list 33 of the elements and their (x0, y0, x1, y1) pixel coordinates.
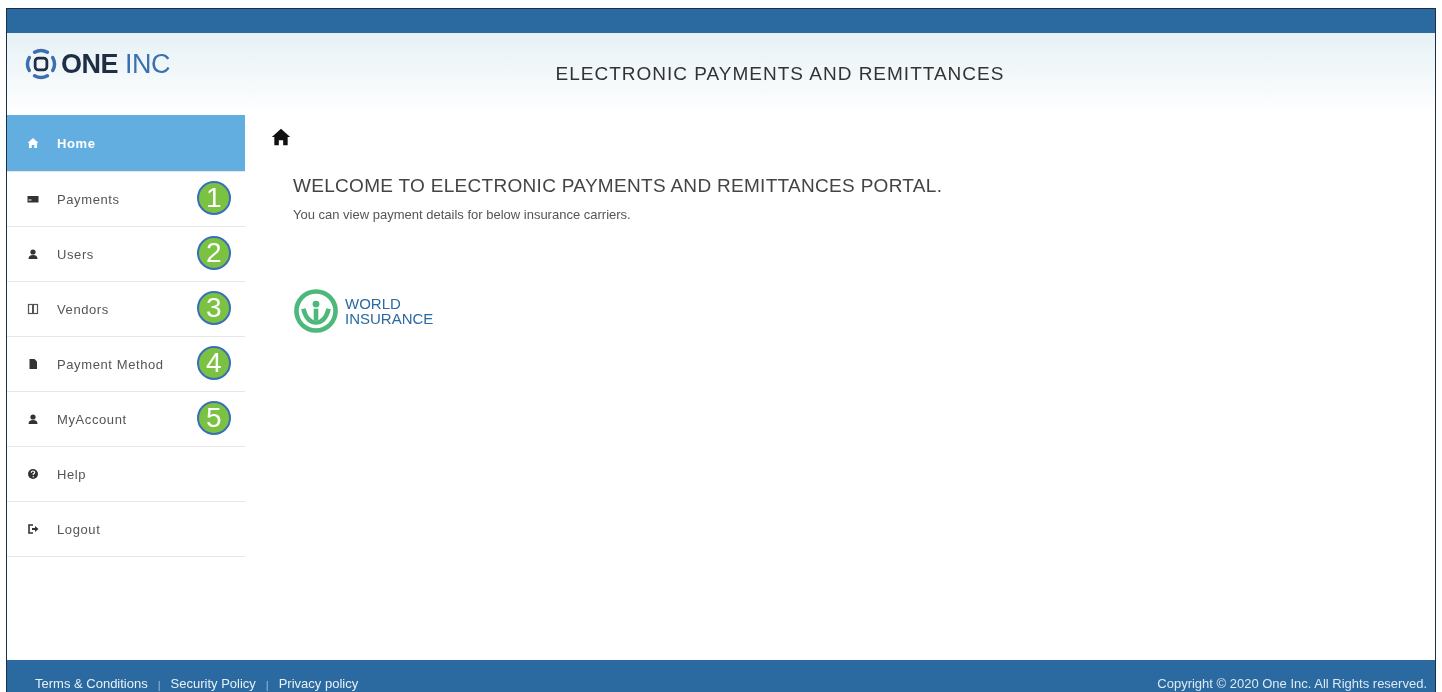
callout-number: 4 (197, 346, 231, 380)
sidebar-item[interactable]: Logout (7, 502, 245, 557)
columns-icon (27, 303, 39, 315)
sidebar-item[interactable]: MyAccount 5 (7, 392, 245, 447)
sidebar-item[interactable]: Users 2 (7, 227, 245, 282)
sidebar-item[interactable]: Vendors 3 (7, 282, 245, 337)
footer-link[interactable]: Terms & Conditions (35, 676, 148, 691)
intro-text: You can view payment details for below insurance carriers. (293, 207, 632, 222)
page-title: ELECTRONIC PAYMENTS AND REMITTANCES (554, 63, 1006, 85)
separator: | (157, 679, 161, 691)
sidebar-item[interactable]: Help (7, 447, 245, 502)
footer-link[interactable]: Security Policy (170, 676, 256, 691)
copyright-text: Copyright © 2020 One Inc. All Rights reserved. (1157, 676, 1427, 692)
home-icon[interactable] (271, 127, 291, 147)
callout-number: 3 (197, 291, 231, 325)
carrier-logo[interactable]: WORLD INSURANCE (293, 288, 434, 334)
footer-link[interactable]: Privacy policy (278, 676, 359, 691)
sidebar-item[interactable]: Payment Method 4 (7, 337, 245, 392)
logo-text: ONE INC (61, 48, 170, 80)
home-icon (27, 137, 39, 149)
callout-number: 2 (197, 236, 231, 270)
sidebar-item[interactable]: Payments 1 (7, 172, 245, 227)
user-icon (27, 248, 39, 260)
logo-icon (25, 48, 57, 80)
callout-number: 5 (197, 401, 231, 435)
help-icon (27, 468, 39, 480)
card-icon (27, 193, 39, 205)
user-icon (27, 413, 39, 425)
logout-icon (27, 523, 39, 535)
separator: | (265, 679, 269, 691)
welcome-heading: WELCOME TO ELECTRONIC PAYMENTS AND REMITTANCES PORTAL. (293, 175, 944, 197)
file-icon (27, 358, 39, 370)
callout-number: 1 (197, 181, 231, 215)
